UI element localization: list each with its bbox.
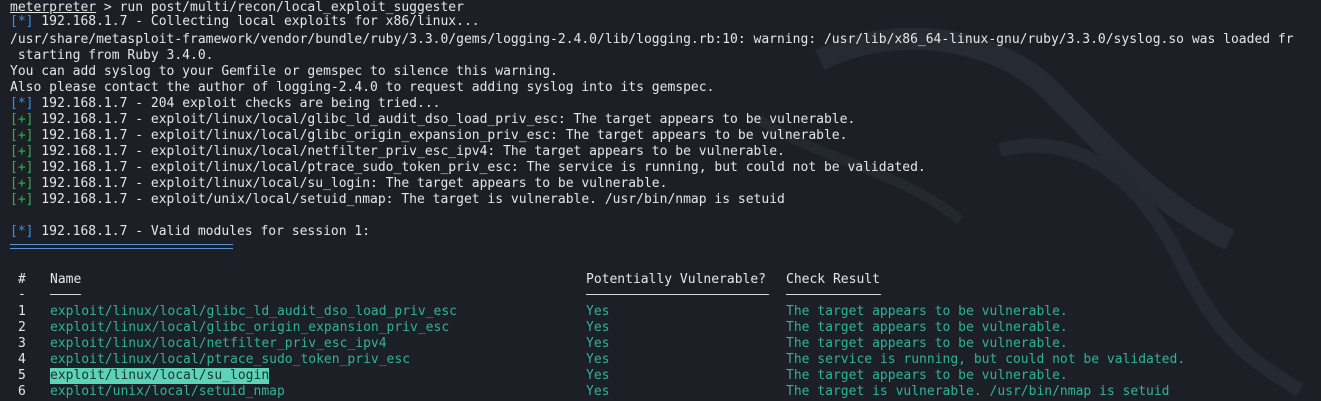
table-cell-module[interactable]: exploit/linux/local/netfilter_priv_esc_i… (50, 336, 387, 352)
table-cell-module-selected[interactable]: exploit/linux/local/su_login (50, 368, 270, 384)
table-cell-vuln: Yes (586, 352, 610, 367)
table-cell-num: 5 (18, 368, 26, 383)
table-cell-num: 2 (18, 320, 26, 335)
table-header-name-underline (50, 294, 81, 295)
table-cell-result: The service is running, but could not be… (786, 352, 1186, 367)
table-cell-result: The target appears to be vulnerable. (786, 304, 1068, 319)
success-tag: [+] (10, 176, 34, 191)
table-cell-result: The target is vulnerable. /usr/bin/nmap … (786, 384, 1170, 399)
table-cell-result: The target appears to be vulnerable. (786, 336, 1068, 351)
output-line: starting from Ruby 3.4.0. (10, 48, 214, 63)
table-cell-result: The target appears to be vulnerable. (786, 368, 1068, 383)
output-line: [+] 192.168.1.7 - exploit/linux/local/gl… (10, 128, 848, 143)
output-line: /usr/share/metasploit-framework/vendor/b… (10, 32, 1294, 47)
command-text: > run post/multi/recon/local_exploit_sug… (96, 0, 464, 15)
table-cell-vuln: Yes (586, 320, 610, 335)
info-tag: [*] (10, 14, 34, 29)
table-cell-result: The target appears to be vulnerable. (786, 320, 1068, 335)
output-line: Also please contact the author of loggin… (10, 80, 715, 95)
table-header-vuln: Potentially Vulnerable? (586, 272, 767, 287)
heading-underline (10, 244, 233, 249)
table-cell-vuln: Yes (586, 336, 610, 351)
prompt-label: meterpreter (10, 0, 97, 15)
output-line: [*] 192.168.1.7 - Valid modules for sess… (10, 224, 371, 239)
output-line: [+] 192.168.1.7 - exploit/linux/local/gl… (10, 112, 856, 127)
table-cell-module[interactable]: exploit/linux/local/ptrace_sudo_token_pr… (50, 352, 410, 368)
output-line: [*] 192.168.1.7 - 204 exploit checks are… (10, 96, 441, 111)
output-line: You can add syslog to your Gemfile or ge… (10, 64, 558, 79)
table-cell-num: 1 (18, 304, 26, 319)
table-header-result-underline (786, 294, 881, 295)
success-tag: [+] (10, 160, 34, 175)
table-header-result: Check Result (786, 272, 880, 287)
table-cell-num: 6 (18, 384, 26, 399)
terminal-output[interactable]: meterpreter > run post/multi/recon/local… (10, 0, 1321, 401)
table-cell-num: 4 (18, 352, 26, 367)
table-cell-vuln: Yes (586, 304, 610, 319)
success-tag: [+] (10, 144, 34, 159)
output-line: [+] 192.168.1.7 - exploit/linux/local/pt… (10, 160, 926, 175)
table-cell-module[interactable]: exploit/unix/local/setuid_nmap (50, 384, 285, 400)
output-line: [+] 192.168.1.7 - exploit/linux/local/ne… (10, 144, 785, 159)
output-line: [+] 192.168.1.7 - exploit/unix/local/set… (10, 192, 785, 207)
success-tag: [+] (10, 128, 34, 143)
output-line: [*] 192.168.1.7 - Collecting local explo… (10, 14, 480, 29)
info-tag: [*] (10, 96, 34, 111)
table-header-num: # (18, 272, 26, 287)
table-cell-module[interactable]: exploit/linux/local/glibc_ld_audit_dso_l… (50, 304, 457, 320)
success-tag: [+] (10, 192, 34, 207)
info-tag: [*] (10, 224, 34, 239)
table-cell-vuln: Yes (586, 384, 610, 399)
table-cell-module[interactable]: exploit/linux/local/glibc_origin_expansi… (50, 320, 449, 336)
output-line: [+] 192.168.1.7 - exploit/linux/local/su… (10, 176, 668, 191)
table-header-name: Name (50, 272, 82, 287)
table-header-num-underline: - (18, 287, 26, 302)
table-cell-num: 3 (18, 336, 26, 351)
table-header-vuln-underline (586, 294, 769, 295)
table-cell-vuln: Yes (586, 368, 610, 383)
success-tag: [+] (10, 112, 34, 127)
